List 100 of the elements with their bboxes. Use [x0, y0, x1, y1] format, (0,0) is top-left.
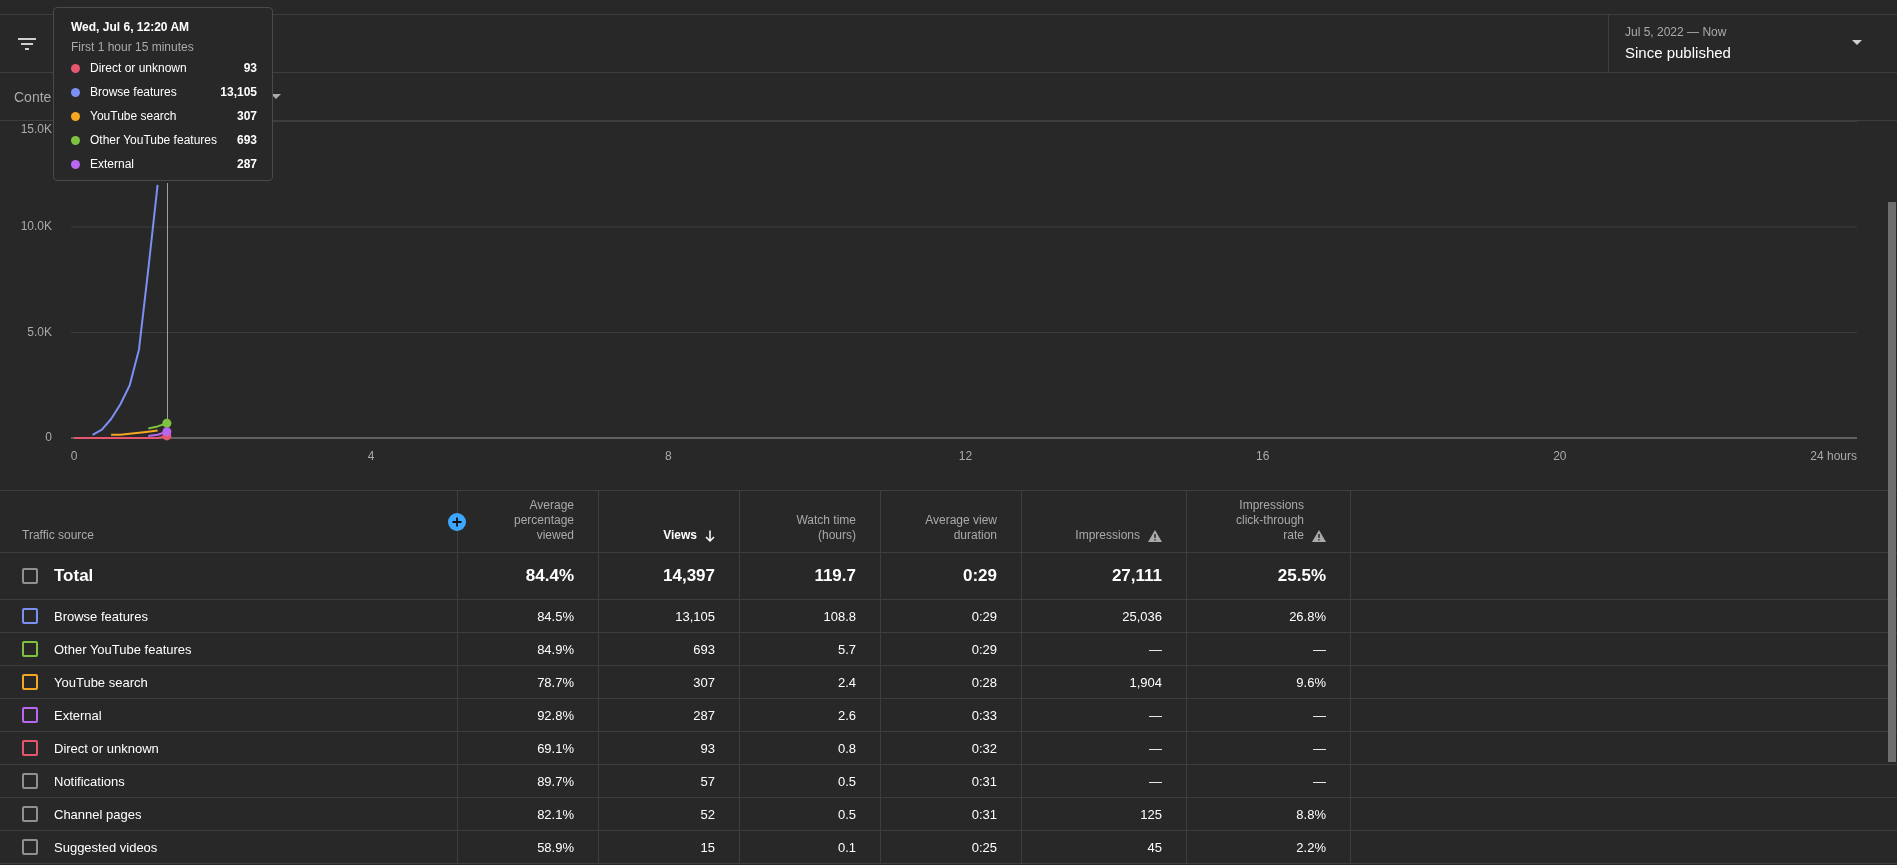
table-cell: 9.6%: [1187, 666, 1351, 698]
checkbox[interactable]: [22, 839, 38, 855]
plus-circle-icon[interactable]: [448, 513, 466, 531]
series-value: 307: [236, 109, 257, 123]
column-header[interactable]: Watch time (hours): [776, 513, 856, 543]
table-cell: 25.5%: [1187, 553, 1351, 599]
content-dropdown[interactable]: Conte: [0, 79, 52, 114]
tooltip-title: Wed, Jul 6, 12:20 AM: [71, 19, 191, 36]
y-axis-label: 15.0K: [20, 122, 52, 137]
table-cell: 0.8: [740, 732, 881, 764]
column-header[interactable]: Views: [663, 528, 697, 543]
table-cell: 13,105: [599, 600, 740, 632]
table-cell: 108.8: [740, 600, 881, 632]
checkbox[interactable]: [22, 641, 38, 657]
table-cell: 0:29: [881, 553, 1022, 599]
y-axis-label: 0: [45, 430, 52, 445]
table-cell: 84.4%: [458, 553, 599, 599]
table-cell: 0.5: [740, 798, 881, 830]
caret-icon[interactable]: [271, 94, 281, 99]
table-cell: 0.1: [740, 831, 881, 863]
traffic-source-name: Suggested videos: [54, 839, 158, 855]
table-cell: —: [1187, 765, 1351, 797]
table-cell: —: [1022, 633, 1187, 665]
column-header[interactable]: Average percentage viewed: [494, 498, 574, 543]
checkbox[interactable]: [22, 740, 38, 756]
table-cell: —: [1187, 699, 1351, 731]
table-cell: 0:33: [881, 699, 1022, 731]
table-cell: 0:29: [881, 633, 1022, 665]
x-axis-label: 4: [367, 449, 375, 464]
table-cell: 26.8%: [1187, 600, 1351, 632]
x-axis-label: 8: [665, 449, 672, 464]
table-cell: —: [1022, 699, 1187, 731]
series-value: 693: [236, 133, 257, 147]
y-axis-label: 5.0K: [27, 324, 52, 339]
table-cell: 0.5: [740, 765, 881, 797]
series-name: YouTube search: [90, 109, 178, 123]
checkbox[interactable]: [22, 608, 38, 624]
column-header[interactable]: Traffic source: [22, 528, 95, 543]
table-cell: 82.1%: [458, 798, 599, 830]
column-header[interactable]: Impressions click-through rate: [1224, 498, 1304, 543]
table-cell: 89.7%: [458, 765, 599, 797]
table-cell: 52: [599, 798, 740, 830]
table-cell: 119.7: [740, 553, 881, 599]
traffic-source-name: Channel pages: [54, 806, 142, 822]
table-cell: —: [1187, 732, 1351, 764]
table-cell: 0:32: [881, 732, 1022, 764]
x-axis-label: 0: [70, 449, 78, 464]
table-cell: 27,111: [1022, 553, 1187, 599]
traffic-source-name: External: [54, 707, 102, 723]
x-axis-label: 12: [958, 449, 973, 464]
table-cell: 5.7: [740, 633, 881, 665]
traffic-source-name: Total: [54, 566, 94, 586]
table-cell: 25,036: [1022, 600, 1187, 632]
checkbox[interactable]: [22, 568, 38, 584]
table-cell: 693: [599, 633, 740, 665]
table-cell: —: [1022, 765, 1187, 797]
column-header[interactable]: Impressions: [1075, 528, 1140, 543]
table-cell: 1,904: [1022, 666, 1187, 698]
traffic-source-name: Browse features: [54, 608, 148, 624]
table-cell: 307: [599, 666, 740, 698]
scrollbar-thumb[interactable]: [1888, 202, 1896, 762]
table-cell: 15: [599, 831, 740, 863]
table-cell: 93: [599, 732, 740, 764]
table-cell: 69.1%: [458, 732, 599, 764]
column-header[interactable]: Average view duration: [917, 513, 997, 543]
table-cell: —: [1022, 732, 1187, 764]
checkbox[interactable]: [22, 674, 38, 690]
traffic-source-name: YouTube search: [54, 674, 148, 690]
series-name: Other YouTube features: [90, 133, 218, 147]
table-cell: 14,397: [599, 553, 740, 599]
checkbox[interactable]: [22, 806, 38, 822]
traffic-source-name: Other YouTube features: [54, 641, 192, 657]
checkbox[interactable]: [22, 707, 38, 723]
series-value: 13,105: [220, 85, 257, 99]
date-range-dropdown[interactable]: Jul 5, 2022 — Now Since published: [1608, 15, 1897, 72]
table-cell: 0:25: [881, 831, 1022, 863]
table-cell: 84.9%: [458, 633, 599, 665]
table-cell: 45: [1022, 831, 1187, 863]
traffic-source-name: Direct or unknown: [54, 740, 159, 756]
table-cell: 92.8%: [458, 699, 599, 731]
x-axis-label: 16: [1256, 449, 1270, 464]
series-value: 287: [236, 157, 257, 171]
table-cell: 0:31: [881, 765, 1022, 797]
series-name: Browse features: [90, 85, 178, 99]
checkbox[interactable]: [22, 773, 38, 789]
table-cell: 0:31: [881, 798, 1022, 830]
caret-icon: [1852, 40, 1862, 45]
series-name: Direct or unknown: [90, 61, 188, 75]
table-cell: 78.7%: [458, 666, 599, 698]
table-cell: 287: [599, 699, 740, 731]
y-axis-label: 10.0K: [20, 219, 52, 234]
table-cell: 58.9%: [458, 831, 599, 863]
traffic-source-name: Notifications: [54, 773, 125, 789]
x-axis-label: 24 hours: [1810, 449, 1857, 464]
tooltip-subtitle: First 1 hour 15 minutes: [71, 39, 195, 56]
table-cell: 125: [1022, 798, 1187, 830]
table-cell: 2.4: [740, 666, 881, 698]
table-cell: 2.6: [740, 699, 881, 731]
table-cell: 2.2%: [1187, 831, 1351, 863]
table-cell: 84.5%: [458, 600, 599, 632]
